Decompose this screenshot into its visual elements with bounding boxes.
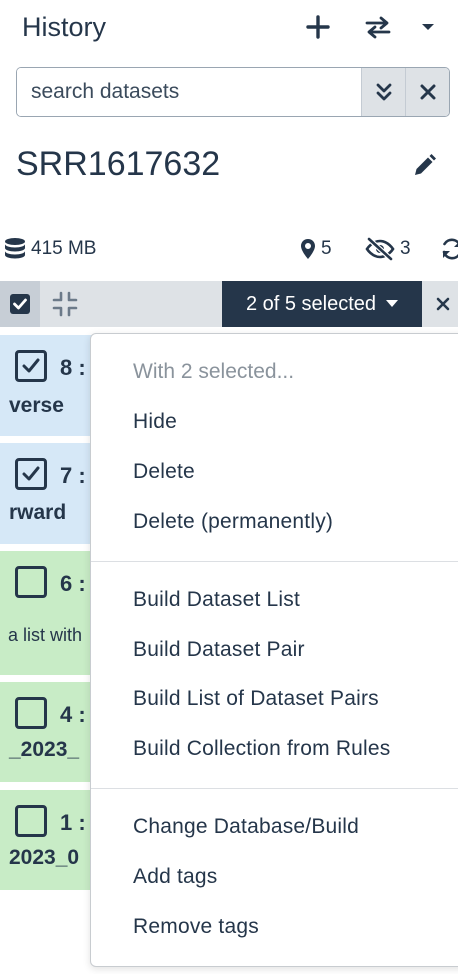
caret-down-icon (386, 300, 399, 308)
item-name: 2023_0 (9, 846, 80, 869)
refresh-icon (440, 237, 458, 261)
item-description: a list with (8, 625, 83, 645)
item-checkbox[interactable] (15, 566, 47, 598)
close-icon (436, 297, 450, 311)
clear-selection-button[interactable] (428, 281, 458, 327)
caret-down-icon (421, 22, 435, 32)
clear-search-button[interactable] (405, 68, 449, 116)
menu-item-build-collection-from-rules[interactable]: Build Collection from Rules (133, 737, 391, 761)
history-panel-header: History (0, 0, 458, 60)
shown-count: 5 (321, 238, 332, 259)
shown-items-button[interactable]: 5 (300, 232, 332, 266)
menu-item-build-dataset-list[interactable]: Build Dataset List (133, 588, 300, 612)
eye-slash-icon (365, 237, 395, 261)
map-marker-icon (300, 238, 316, 260)
double-chevron-down-icon (376, 82, 392, 102)
menu-divider (91, 788, 458, 789)
check-icon (22, 358, 40, 374)
new-history-button[interactable] (300, 10, 336, 44)
history-stats: 415 MB 5 3 (0, 232, 458, 266)
selection-dropdown-button[interactable]: 2 of 5 selected (222, 281, 422, 327)
menu-item-build-dataset-pair[interactable]: Build Dataset Pair (133, 638, 305, 662)
exchange-icon (365, 15, 391, 39)
item-hid: 1 : (60, 810, 86, 835)
dataset-item[interactable]: 6 : a list with (0, 551, 100, 675)
hidden-items-button[interactable]: 3 (365, 232, 411, 266)
item-hid: 4 : (60, 702, 86, 727)
menu-item-delete[interactable]: Delete (133, 460, 195, 484)
close-icon (420, 84, 436, 100)
item-checkbox[interactable] (15, 350, 47, 382)
item-hid: 7 : (60, 463, 86, 488)
collapse-all-button[interactable] (48, 281, 82, 327)
selection-count-label: 2 of 5 selected (245, 292, 377, 315)
hidden-count: 3 (400, 238, 411, 259)
advanced-search-button[interactable] (361, 68, 405, 116)
dataset-item[interactable]: 7 : rward (0, 443, 100, 544)
search-group (16, 67, 450, 117)
refresh-button[interactable] (440, 232, 458, 266)
menu-item-add-tags[interactable]: Add tags (133, 865, 218, 889)
panel-title: History (22, 12, 107, 42)
compress-icon (52, 291, 78, 317)
check-icon (22, 466, 40, 482)
selection-operations-menu: With 2 selected... Hide Delete Delete (p… (90, 333, 458, 967)
history-size-button[interactable]: 415 MB (4, 232, 96, 266)
item-checkbox[interactable] (15, 697, 47, 729)
history-name: SRR1617632 (16, 145, 221, 183)
dataset-item[interactable]: 1 : 2023_0 (0, 790, 100, 890)
item-name: rward (9, 501, 67, 524)
menu-header: With 2 selected... (133, 360, 295, 383)
item-checkbox[interactable] (15, 458, 47, 490)
switch-history-button[interactable] (360, 10, 396, 44)
checked-checkbox-icon (9, 293, 31, 315)
item-name: verse (9, 394, 64, 417)
history-size: 415 MB (31, 238, 97, 259)
dataset-item[interactable]: 8 : verse (0, 335, 100, 436)
plus-icon (306, 15, 330, 39)
history-options-dropdown[interactable] (410, 10, 446, 44)
database-icon (4, 237, 26, 261)
pencil-icon (411, 153, 437, 179)
selection-toolbar: 2 of 5 selected (0, 281, 458, 327)
item-hid: 8 : (60, 355, 86, 380)
menu-item-hide[interactable]: Hide (133, 410, 177, 434)
dataset-item[interactable]: 4 : _2023_ (0, 682, 100, 782)
menu-item-change-database-build[interactable]: Change Database/Build (133, 815, 359, 839)
edit-history-button[interactable] (406, 148, 442, 184)
select-all-checkbox[interactable] (0, 281, 40, 327)
menu-item-delete-permanently[interactable]: Delete (permanently) (133, 510, 333, 534)
menu-item-build-list-of-pairs[interactable]: Build List of Dataset Pairs (133, 687, 379, 711)
item-hid: 6 : (60, 571, 86, 596)
item-checkbox[interactable] (15, 805, 47, 837)
search-input[interactable] (17, 68, 361, 116)
menu-divider (91, 561, 458, 562)
menu-item-remove-tags[interactable]: Remove tags (133, 915, 259, 939)
item-name: _2023_ (9, 738, 80, 761)
